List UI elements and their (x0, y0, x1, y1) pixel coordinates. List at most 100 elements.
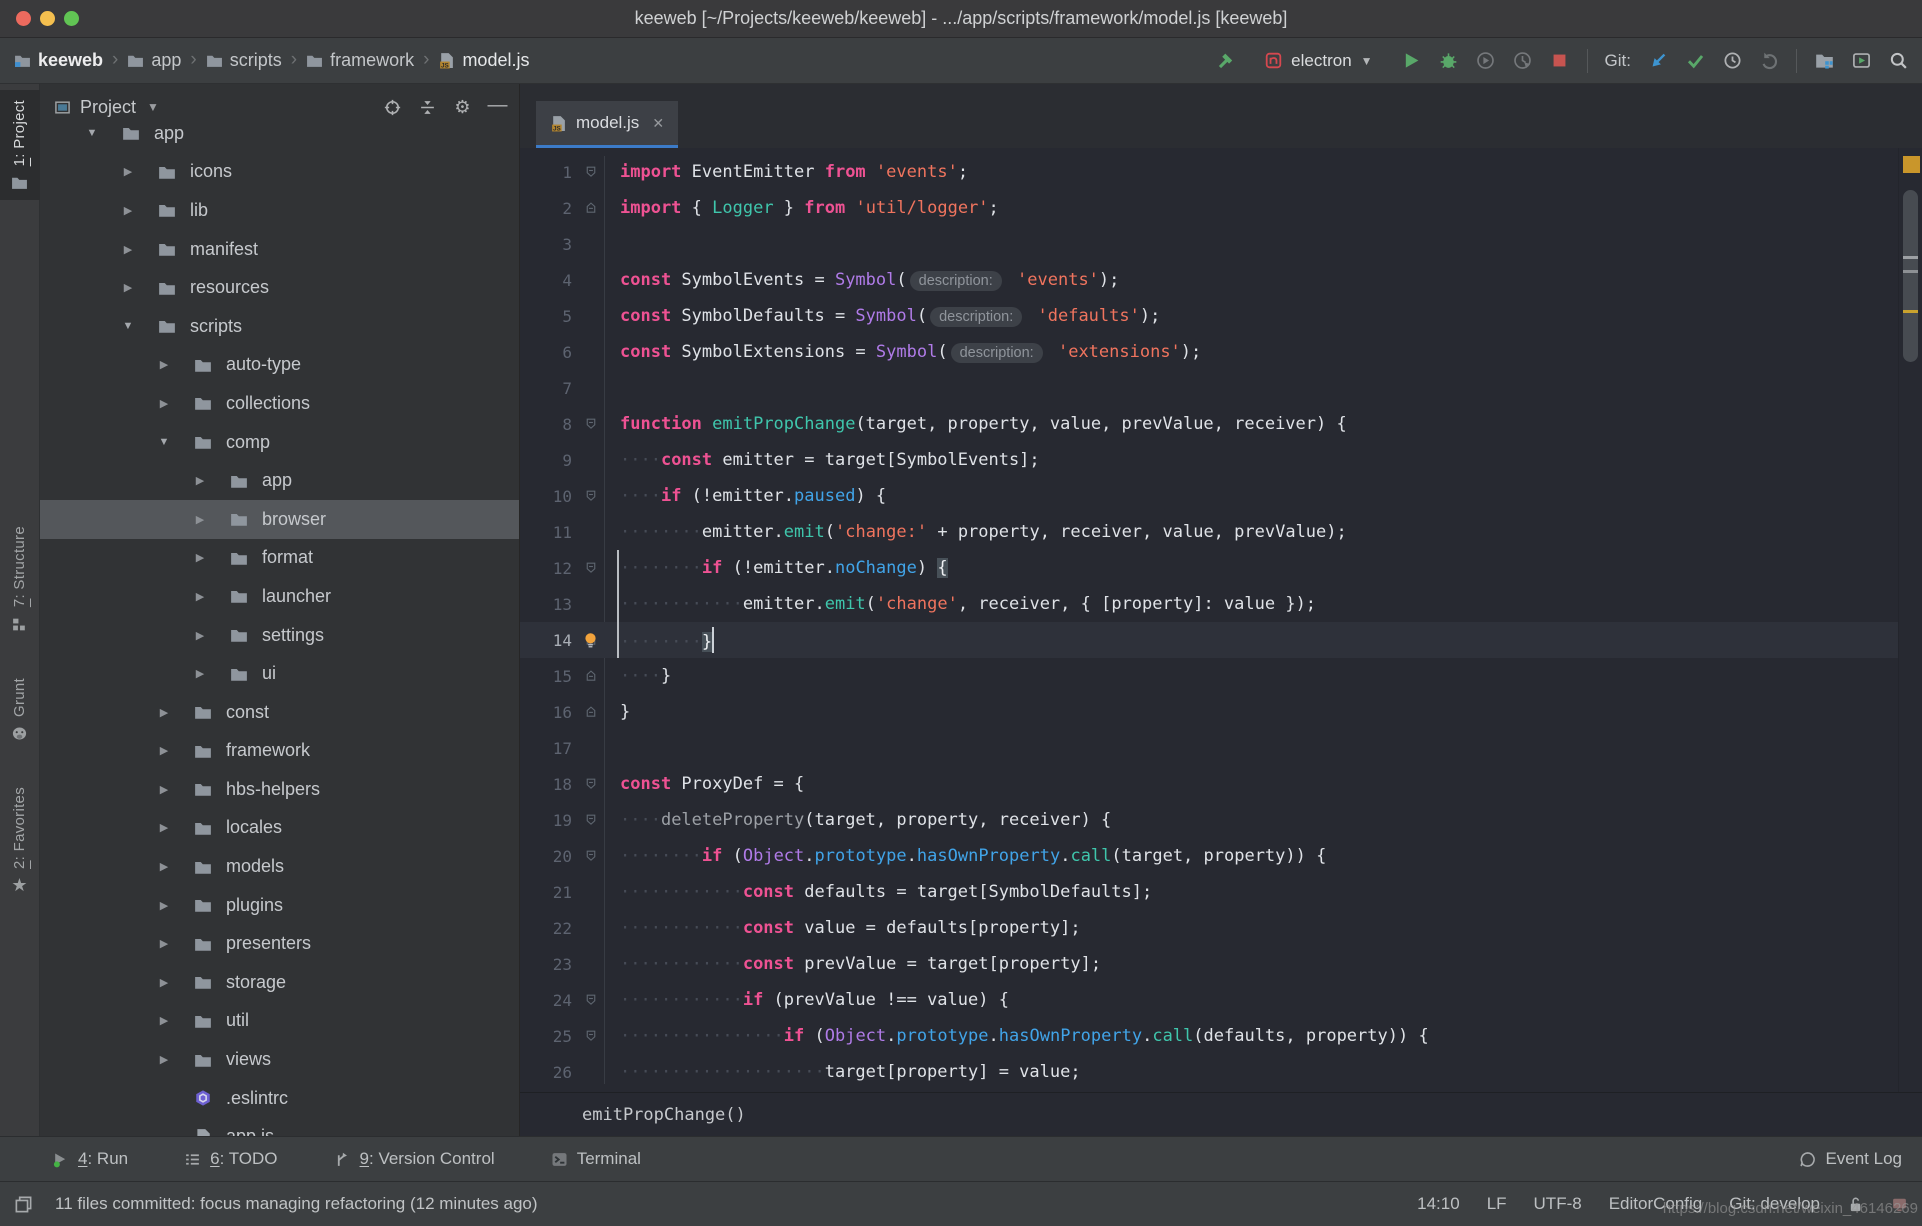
line-number[interactable]: 25 (520, 1027, 578, 1046)
editor-scrollbar[interactable] (1898, 148, 1922, 1092)
code-line-2[interactable]: 2 import { Logger } from 'util/logger'; (520, 190, 1898, 226)
code-line-7[interactable]: 7 (520, 370, 1898, 406)
stop-button[interactable] (1550, 51, 1570, 71)
lock-icon[interactable] (1847, 1196, 1864, 1213)
tree-item-browser[interactable]: ▶ browser (40, 499, 519, 539)
line-number[interactable]: 2 (520, 199, 578, 218)
tree-expand-arrow[interactable]: ▼ (149, 436, 179, 448)
tree-item-icons[interactable]: ▶ icons (40, 153, 519, 192)
code-line-24[interactable]: 24 ············if (prevValue !== value) { (520, 982, 1898, 1018)
tree-expand-arrow[interactable]: ▶ (149, 397, 179, 410)
tree-item-presenters[interactable]: ▶ presenters (40, 924, 519, 963)
tool-stripe-project[interactable]: 1: Project (0, 90, 40, 201)
tree-item-hbs-helpers[interactable]: ▶ hbs-helpers (40, 770, 519, 809)
fold-marker[interactable] (578, 1029, 604, 1043)
fold-marker[interactable] (578, 813, 604, 827)
code-line-23[interactable]: 23 ············const prevValue = target[p… (520, 946, 1898, 982)
tree-expand-arrow[interactable]: ▶ (185, 629, 215, 642)
code-line-20[interactable]: 20 ········if (Object.prototype.hasOwnPro… (520, 838, 1898, 874)
code-line-1[interactable]: 1 import EventEmitter from 'events'; (520, 154, 1898, 190)
tab-model-js[interactable]: JS model.js ✕ (536, 101, 679, 148)
encoding-widget[interactable]: UTF-8 (1534, 1194, 1582, 1214)
tree-item-auto-type[interactable]: ▶ auto-type (40, 346, 519, 385)
toolwindow-button-terminal[interactable]: Terminal (551, 1149, 641, 1169)
tree-item-lib[interactable]: ▶ lib (40, 191, 519, 230)
fold-marker[interactable] (578, 705, 604, 719)
inspection-status-square[interactable] (1903, 156, 1920, 173)
toolwindow-button-run[interactable]: 4: Run (52, 1149, 128, 1169)
screen-reader-icon[interactable] (1891, 1196, 1908, 1213)
code-line-19[interactable]: 19 ····deleteProperty(target, property, r… (520, 802, 1898, 838)
hide-panel-button[interactable]: — (488, 95, 508, 115)
line-number[interactable]: 14 (520, 631, 578, 650)
tree-item-manifest[interactable]: ▶ manifest (40, 230, 519, 269)
toolwindow-button-version-control[interactable]: 9: Version Control (334, 1149, 495, 1169)
line-number[interactable]: 5 (520, 307, 578, 326)
tree-item-util[interactable]: ▶ util (40, 1002, 519, 1041)
tree-expand-arrow[interactable]: ▶ (185, 551, 215, 564)
code-line-18[interactable]: 18 const ProxyDef = { (520, 766, 1898, 802)
tree-expand-arrow[interactable]: ▶ (149, 706, 179, 719)
breadcrumb-method[interactable]: emitPropChange() (582, 1105, 746, 1125)
tree-item-launcher[interactable]: ▶ launcher (40, 577, 519, 616)
build-project-button[interactable] (1216, 51, 1236, 71)
breadcrumb-item-scripts[interactable]: scripts (206, 50, 282, 71)
code-line-21[interactable]: 21 ············const defaults = target[Sy… (520, 874, 1898, 910)
breadcrumb-item-framework[interactable]: framework (306, 50, 414, 71)
code-line-9[interactable]: 9 ····const emitter = target[SymbolEvents… (520, 442, 1898, 478)
tree-item-plugins[interactable]: ▶ plugins (40, 886, 519, 925)
code-line-3[interactable]: 3 (520, 226, 1898, 262)
run-config-selector[interactable]: electron ▼ (1253, 45, 1384, 77)
line-number[interactable]: 10 (520, 487, 578, 506)
line-number[interactable]: 11 (520, 523, 578, 542)
tree-expand-arrow[interactable]: ▶ (149, 860, 179, 873)
line-number[interactable]: 8 (520, 415, 578, 434)
tree-item-.eslintrc[interactable]: .eslintrc (40, 1079, 519, 1118)
tree-item-comp[interactable]: ▼ comp (40, 423, 519, 462)
line-ending-widget[interactable]: LF (1487, 1194, 1507, 1214)
code-line-13[interactable]: 13 ············emitter.emit('change', rec… (520, 586, 1898, 622)
fold-marker[interactable] (578, 849, 604, 863)
tree-expand-arrow[interactable]: ▶ (149, 783, 179, 796)
tree-item-ui[interactable]: ▶ ui (40, 654, 519, 693)
fold-marker[interactable] (578, 669, 604, 683)
chevron-down-icon[interactable]: ▼ (147, 100, 159, 114)
code-line-25[interactable]: 25 ················if (Object.prototype.h… (520, 1018, 1898, 1054)
event-log-button[interactable]: Event Log (1799, 1149, 1902, 1169)
changed-files-button[interactable] (1814, 51, 1834, 71)
code-editor[interactable]: 1 import EventEmitter from 'events'; 2 impo… (520, 148, 1898, 1092)
tree-expand-arrow[interactable]: ▼ (113, 320, 143, 332)
tree-expand-arrow[interactable]: ▶ (185, 667, 215, 680)
breadcrumb-item-keeweb[interactable]: keeweb (14, 50, 103, 71)
scrollbar-thumb[interactable] (1903, 190, 1918, 362)
tool-stripe-grunt[interactable]: Grunt (0, 668, 40, 751)
line-number[interactable]: 16 (520, 703, 578, 722)
code-line-8[interactable]: 8 function emitPropChange(target, propert… (520, 406, 1898, 442)
toolwindow-toggle-icon[interactable] (14, 1195, 33, 1214)
breadcrumb-item-app[interactable]: app (127, 50, 181, 71)
fold-marker[interactable] (578, 561, 604, 575)
git-history-button[interactable] (1722, 51, 1742, 71)
tree-expand-arrow[interactable]: ▶ (185, 513, 215, 526)
code-line-5[interactable]: 5 const SymbolDefaults = Symbol(descripti… (520, 298, 1898, 334)
tree-item-app.js[interactable]: JS app.js (40, 1117, 519, 1136)
editorconfig-widget[interactable]: EditorConfig (1609, 1194, 1703, 1214)
search-everywhere-button[interactable] (1888, 51, 1908, 71)
run-with-coverage-button[interactable] (1476, 51, 1496, 71)
tree-expand-arrow[interactable]: ▼ (77, 127, 107, 139)
run-anything-button[interactable] (1851, 51, 1871, 71)
tree-expand-arrow[interactable]: ▶ (185, 590, 215, 603)
run-button[interactable] (1402, 51, 1422, 71)
code-line-22[interactable]: 22 ············const value = defaults[pro… (520, 910, 1898, 946)
code-line-16[interactable]: 16} (520, 694, 1898, 730)
toolwindow-button-todo[interactable]: 6: TODO (184, 1149, 278, 1169)
fold-marker[interactable] (578, 417, 604, 431)
intention-bulb-icon[interactable] (582, 628, 599, 652)
line-number[interactable]: 20 (520, 847, 578, 866)
code-line-12[interactable]: 12 ········if (!emitter.noChange) { (520, 550, 1898, 586)
git-commit-button[interactable] (1685, 51, 1705, 71)
line-number[interactable]: 18 (520, 775, 578, 794)
line-number[interactable]: 9 (520, 451, 578, 470)
tree-item-app[interactable]: ▶ app (40, 461, 519, 500)
tree-item-collections[interactable]: ▶ collections (40, 384, 519, 423)
